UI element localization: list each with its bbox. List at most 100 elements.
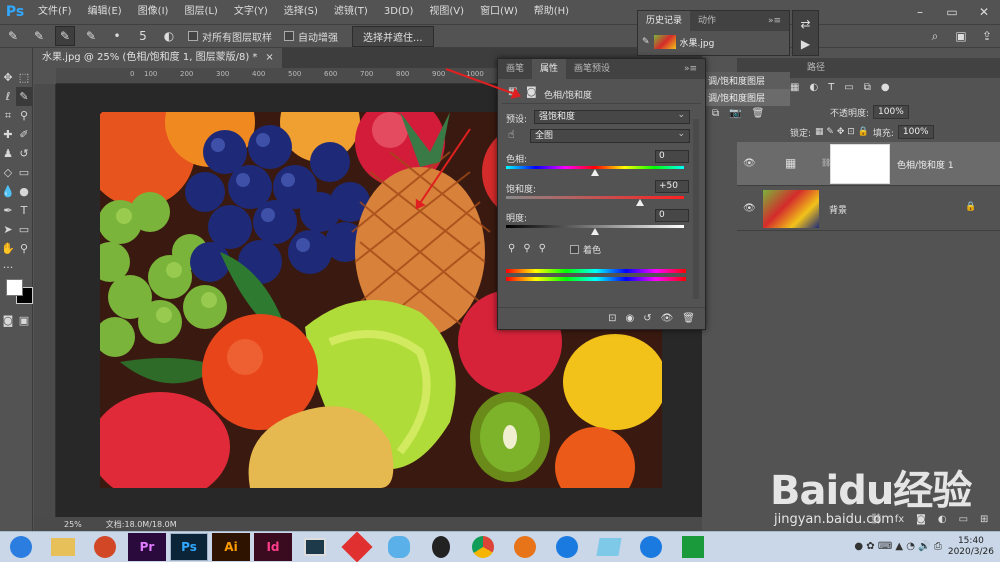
more-tools-icon[interactable]: ··· — [0, 258, 16, 277]
tab-brush-presets[interactable]: 画笔预设 — [566, 59, 618, 79]
quick-selection-tool-icon[interactable]: ✎ — [16, 87, 32, 106]
hue-slider-thumb[interactable] — [591, 169, 599, 176]
wps-icon[interactable] — [338, 531, 376, 562]
move-tool-icon[interactable]: ✥ — [0, 68, 16, 87]
search-icon[interactable]: ⌕ — [925, 26, 945, 46]
stamp-tool-icon[interactable]: ♟ — [0, 144, 16, 163]
lightness-input[interactable]: 0 — [655, 209, 689, 222]
close-tab-icon[interactable]: × — [265, 48, 273, 68]
filter-adjust-icon[interactable]: ◐ — [809, 82, 818, 100]
view-previous-icon[interactable]: ◉ — [625, 313, 634, 324]
file-explorer-icon[interactable] — [44, 533, 82, 561]
indesign-icon[interactable]: Id — [254, 533, 292, 561]
filter-pixel-icon[interactable]: ▦ — [790, 82, 799, 100]
delete-state-icon[interactable]: 🗑 — [752, 108, 765, 119]
menu-layer[interactable]: 图层(L) — [176, 0, 225, 24]
hand-tool-icon[interactable]: ✋ — [0, 239, 16, 258]
actions-play-icon[interactable]: ▶ — [793, 37, 818, 51]
close-button[interactable]: ✕ — [968, 0, 1000, 24]
saturation-input[interactable]: +50 — [655, 180, 689, 193]
tool-preset-icon[interactable]: ✎ — [3, 26, 23, 46]
healing-tool-icon[interactable]: ✚ — [0, 125, 16, 144]
menu-type[interactable]: 文字(Y) — [226, 0, 276, 24]
gradient-tool-icon[interactable]: ▭ — [16, 163, 32, 182]
eyedropper-minus-icon[interactable]: ⚲ — [539, 243, 546, 254]
subtract-selection-icon[interactable]: ✎ — [81, 26, 101, 46]
menu-image[interactable]: 图像(I) — [130, 0, 177, 24]
menu-filter[interactable]: 滤镜(T) — [326, 0, 376, 24]
colorize-checkbox[interactable]: 着色 — [570, 243, 601, 256]
panel-menu-icon[interactable]: »≡ — [676, 59, 705, 79]
notes-icon[interactable] — [590, 533, 628, 561]
document-tab[interactable]: 水果.jpg @ 25% (色相/饱和度 1, 图层蒙版/8) * × — [34, 48, 282, 68]
fill-input[interactable]: 100% — [897, 125, 934, 139]
eyedropper-icon[interactable]: ⚲ — [508, 243, 515, 254]
green-app-icon[interactable] — [674, 533, 712, 561]
maximize-button[interactable]: ▭ — [936, 0, 968, 24]
color-swatches[interactable] — [0, 277, 33, 311]
tab-brush[interactable]: 画笔 — [498, 59, 532, 79]
lightness-slider-thumb[interactable] — [591, 228, 599, 235]
history-panel-icon[interactable]: ⇄ — [793, 17, 818, 31]
illustrator-icon[interactable]: Ai — [212, 533, 250, 561]
zoom-level[interactable]: 25% — [64, 520, 82, 529]
eraser-tool-icon[interactable]: ◇ — [0, 163, 16, 182]
history-brush-icon[interactable]: ↺ — [16, 144, 32, 163]
browser-app-icon[interactable] — [2, 533, 40, 561]
new-selection-icon[interactable]: ✎ — [29, 26, 49, 46]
minimize-button[interactable]: – — [904, 0, 936, 24]
premiere-icon[interactable]: Pr — [128, 533, 166, 561]
eyedropper-plus-icon[interactable]: ⚲ — [523, 243, 530, 254]
pet-app-icon[interactable] — [380, 533, 418, 561]
eyedropper-tool-icon[interactable]: ⚲ — [16, 106, 32, 125]
menu-view[interactable]: 视图(V) — [421, 0, 472, 24]
filter-shape-icon[interactable]: ▭ — [844, 82, 853, 100]
blur-tool-icon[interactable]: 💧 — [0, 182, 16, 201]
channel-dropdown[interactable]: 全图 — [530, 128, 690, 143]
sample-all-layers-checkbox[interactable]: 对所有图层取样 — [188, 29, 272, 44]
screen-mode-icon[interactable]: ▣ — [16, 311, 32, 330]
brush-tool-icon[interactable]: ✐ — [16, 125, 32, 144]
filter-toggle-icon[interactable]: ● — [881, 82, 890, 100]
history-entry[interactable]: 调/饱和度图层 — [706, 72, 790, 89]
mask-icon[interactable]: ◙ — [526, 85, 537, 98]
powerpoint-icon[interactable] — [86, 533, 124, 561]
lock-icons[interactable]: ▦ ✎ ✥ ⊡ 🔒 — [815, 127, 869, 137]
foreground-color-swatch[interactable] — [6, 279, 23, 296]
shape-tool-icon[interactable]: ▭ — [16, 220, 32, 239]
sogou-icon[interactable] — [548, 533, 586, 561]
tab-paths[interactable]: 路径 — [807, 58, 825, 78]
visibility-eye-icon[interactable]: 👁 — [661, 313, 674, 324]
tray-icons[interactable]: ● ✿ ⌨ ▲ ◔ 🔊 ⎙ — [854, 541, 941, 552]
layer-name[interactable]: 色相/饱和度 1 — [897, 158, 954, 171]
targeted-adjust-hand-icon[interactable]: ☝ — [508, 128, 515, 141]
history-item[interactable]: ✎ 水果.jpg — [638, 31, 789, 53]
brush-size-value[interactable]: 5 — [133, 26, 153, 46]
preset-dropdown[interactable]: 强饱和度 — [534, 109, 690, 124]
menu-3d[interactable]: 3D(D) — [376, 0, 422, 24]
dodge-tool-icon[interactable]: ● — [16, 182, 32, 201]
saturation-slider-thumb[interactable] — [635, 199, 644, 206]
layer-mask-thumbnail[interactable] — [830, 144, 890, 184]
layer-name[interactable]: 背景 — [829, 203, 847, 216]
path-select-icon[interactable]: ➤ — [0, 220, 16, 239]
menu-file[interactable]: 文件(F) — [30, 0, 80, 24]
history-brush-source-icon[interactable]: ✎ — [642, 37, 650, 47]
new-layer-icon[interactable]: ⊞ — [980, 514, 988, 525]
zoom-tool-icon[interactable]: ⚲ — [16, 239, 32, 258]
select-and-mask-button[interactable]: 选择并遮住... — [352, 25, 434, 47]
brush-size-icon[interactable]: • — [107, 26, 127, 46]
photoshop-icon[interactable]: Ps — [170, 533, 208, 561]
share-icon[interactable]: ⇪ — [977, 26, 997, 46]
menu-edit[interactable]: 编辑(E) — [80, 0, 130, 24]
filter-smart-icon[interactable]: ⧉ — [864, 82, 871, 100]
type-tool-icon[interactable]: T — [16, 201, 32, 220]
opacity-input[interactable]: 100% — [873, 105, 909, 119]
new-document-from-state-icon[interactable]: ⧉ — [712, 108, 719, 119]
pen-tool-icon[interactable]: ✒ — [0, 201, 16, 220]
marquee-tool-icon[interactable]: ⬚ — [16, 68, 32, 87]
clock[interactable]: 15:40 2020/3/26 — [948, 536, 994, 558]
angle-icon[interactable]: ◐ — [159, 26, 179, 46]
eye-icon[interactable]: 👁 — [743, 158, 756, 169]
history-entry[interactable]: 调/饱和度图层 — [706, 89, 790, 106]
